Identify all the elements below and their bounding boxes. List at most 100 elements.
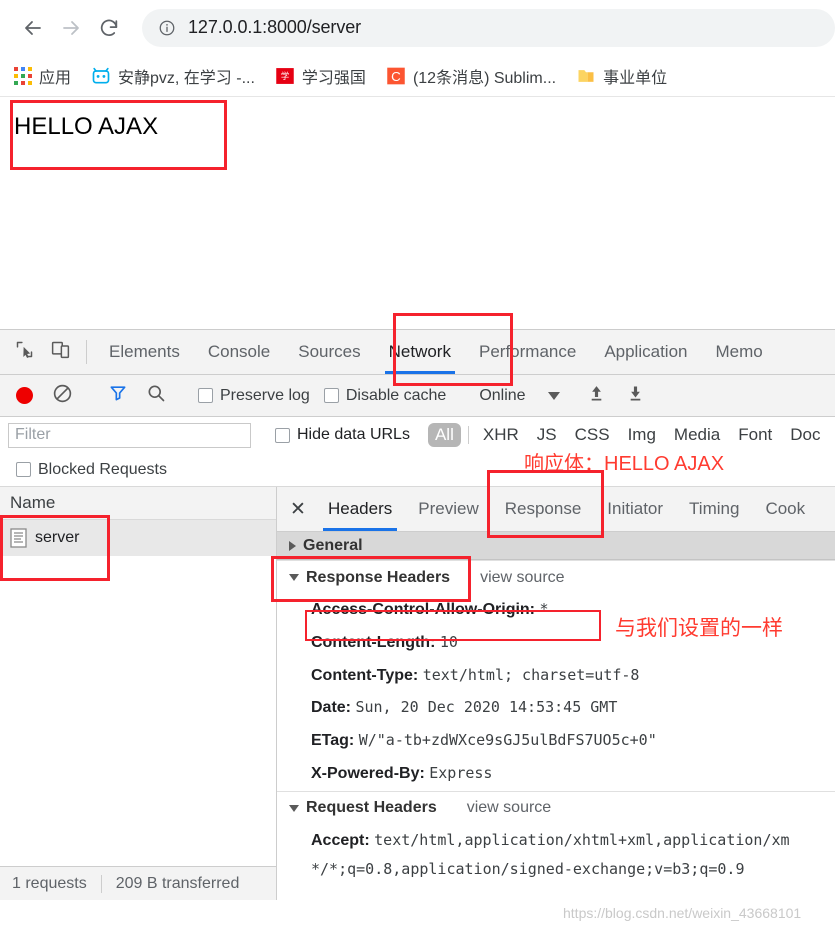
detail-tab-preview[interactable]: Preview: [405, 487, 491, 531]
filter-pill-all[interactable]: All: [427, 423, 461, 447]
detail-tab-timing[interactable]: Timing: [676, 487, 752, 531]
preserve-log-checkbox[interactable]: Preserve log: [198, 387, 310, 405]
header-row: Date: Sun, 20 Dec 2020 14:53:45 GMT: [277, 692, 835, 725]
detail-tab-response[interactable]: Response: [492, 487, 595, 531]
bookmark-folder[interactable]: 事业单位: [576, 64, 667, 88]
clear-icon: [52, 383, 73, 409]
hide-data-urls-checkbox[interactable]: Hide data URLs: [275, 426, 410, 444]
filter-pill-js[interactable]: JS: [530, 423, 564, 447]
reload-button[interactable]: [90, 9, 128, 47]
headers-body: General Response Headers view source Acc…: [277, 532, 835, 900]
bookmark-pvz[interactable]: 安静pvz, 在学习 -...: [91, 64, 255, 88]
request-list-column-header[interactable]: Name: [0, 487, 276, 520]
filter-pill-media[interactable]: Media: [667, 423, 727, 447]
devtools-tab-console[interactable]: Console: [194, 330, 284, 374]
bookmark-apps[interactable]: 应用: [14, 64, 71, 88]
network-status-bar: 1 requests 209 B transferred: [0, 866, 276, 900]
header-value: text/html,application/xhtml+xml,applicat…: [374, 830, 790, 849]
export-har-icon: [625, 383, 646, 409]
detail-tab-headers[interactable]: Headers: [315, 487, 405, 531]
csdn-c-icon: C: [386, 66, 406, 86]
section-response-headers[interactable]: Response Headers view source: [277, 560, 835, 594]
header-row: Content-Type: text/html; charset=utf-8: [277, 660, 835, 693]
header-row: Accept: text/html,application/xhtml+xml,…: [277, 825, 835, 858]
devtools-tab-memory[interactable]: Memo: [701, 330, 776, 374]
filter-pill-ws[interactable]: WS: [832, 423, 835, 447]
header-name: Accept:: [311, 831, 370, 849]
bookmark-label: (12条消息) Sublim...: [412, 69, 557, 87]
checkbox-box: [198, 388, 213, 403]
reload-icon: [98, 17, 120, 39]
info-circle-icon[interactable]: [158, 19, 176, 37]
filter-button[interactable]: [108, 383, 128, 408]
header-value: 10: [439, 632, 458, 651]
divider: [467, 426, 469, 444]
close-detail-button[interactable]: ✕: [281, 487, 315, 531]
devtools-tab-performance[interactable]: Performance: [465, 330, 590, 374]
filter-input[interactable]: Filter: [8, 422, 251, 448]
view-source-link[interactable]: view source: [480, 569, 564, 587]
request-list-empty-area: [0, 556, 276, 866]
address-bar[interactable]: 127.0.0.1:8000/server: [142, 8, 835, 47]
export-har-button[interactable]: [625, 383, 646, 409]
header-name: X-Powered-By:: [311, 764, 425, 782]
filter-pill-font[interactable]: Font: [731, 423, 779, 447]
detail-tab-cookies[interactable]: Cook: [752, 487, 818, 531]
header-value: *: [539, 600, 549, 618]
xuexi-icon: 学: [275, 66, 295, 86]
table-row[interactable]: server: [0, 520, 276, 556]
bookmark-xuexi[interactable]: 学 学习强国: [275, 64, 366, 88]
transferred-size: 209 B transferred: [115, 874, 240, 892]
disable-cache-checkbox[interactable]: Disable cache: [323, 387, 446, 405]
network-toolbar: Preserve log Disable cache Online: [0, 375, 835, 417]
watermark: https://blog.csdn.net/weixin_43668101: [563, 905, 802, 921]
forward-button[interactable]: [52, 9, 90, 47]
apps-grid-icon: [14, 66, 32, 85]
requests-count: 1 requests: [12, 874, 87, 892]
header-value: Express: [429, 763, 493, 782]
checkbox-box: [275, 427, 290, 443]
inspect-element-button[interactable]: [6, 330, 42, 374]
detail-tab-initiator[interactable]: Initiator: [594, 487, 676, 531]
header-value: text/html; charset=utf-8: [422, 665, 640, 684]
device-toolbar-button[interactable]: [42, 330, 78, 374]
folder-icon: [576, 66, 596, 86]
resource-type-filters: All XHR JS CSS Img Media Font Doc WS: [427, 423, 835, 447]
bookmarks-bar: 应用 安静pvz, 在学习 -... 学 学习强国 C (12条消息) Subl…: [0, 55, 835, 97]
filter-funnel-icon: [108, 383, 128, 408]
back-button[interactable]: [14, 9, 52, 47]
filter-pill-img[interactable]: Img: [621, 423, 663, 447]
section-general[interactable]: General: [277, 532, 835, 560]
devtools-tab-network[interactable]: Network: [375, 330, 465, 374]
header-name: Content-Length:: [311, 633, 436, 651]
search-button[interactable]: [146, 383, 166, 408]
filter-pill-doc[interactable]: Doc: [783, 423, 827, 447]
section-request-headers[interactable]: Request Headers view source: [277, 790, 835, 825]
view-source-link[interactable]: view source: [467, 799, 551, 817]
filter-pill-xhr[interactable]: XHR: [476, 423, 526, 447]
import-har-button[interactable]: [586, 383, 607, 409]
section-request-headers-label: Request Headers: [306, 799, 437, 817]
blocked-requests-label: Blocked Requests: [38, 460, 167, 478]
devtools-tab-elements[interactable]: Elements: [95, 330, 194, 374]
record-button-icon[interactable]: [16, 387, 33, 404]
clear-button[interactable]: [52, 383, 73, 409]
header-name: Access-Control-Allow-Origin:: [311, 601, 536, 618]
preserve-log-label: Preserve log: [220, 386, 310, 404]
hide-data-urls-label: Hide data URLs: [297, 426, 410, 443]
throttling-select[interactable]: Online: [479, 386, 560, 405]
blocked-requests-checkbox[interactable]: Blocked Requests: [16, 461, 167, 479]
header-value: W/"a-tb+zdWXce9sGJ5ulBdFS7UO5c+0": [358, 731, 657, 750]
header-row: X-Powered-By: Express: [277, 758, 835, 791]
section-general-label: General: [303, 536, 363, 554]
bookmark-csdn[interactable]: C (12条消息) Sublim...: [386, 64, 556, 88]
throttling-value: Online: [479, 386, 526, 404]
request-detail-tabs: ✕ Headers Preview Response Initiator Tim…: [277, 487, 835, 532]
checkbox-box: [323, 388, 339, 403]
page-body-text: HELLO AJAX: [14, 113, 159, 140]
devtools-tab-sources[interactable]: Sources: [284, 330, 374, 374]
filter-pill-css[interactable]: CSS: [568, 423, 617, 447]
devtools-tab-application[interactable]: Application: [590, 330, 701, 374]
header-name: Content-Type:: [311, 666, 419, 684]
robot-icon: [91, 66, 111, 86]
